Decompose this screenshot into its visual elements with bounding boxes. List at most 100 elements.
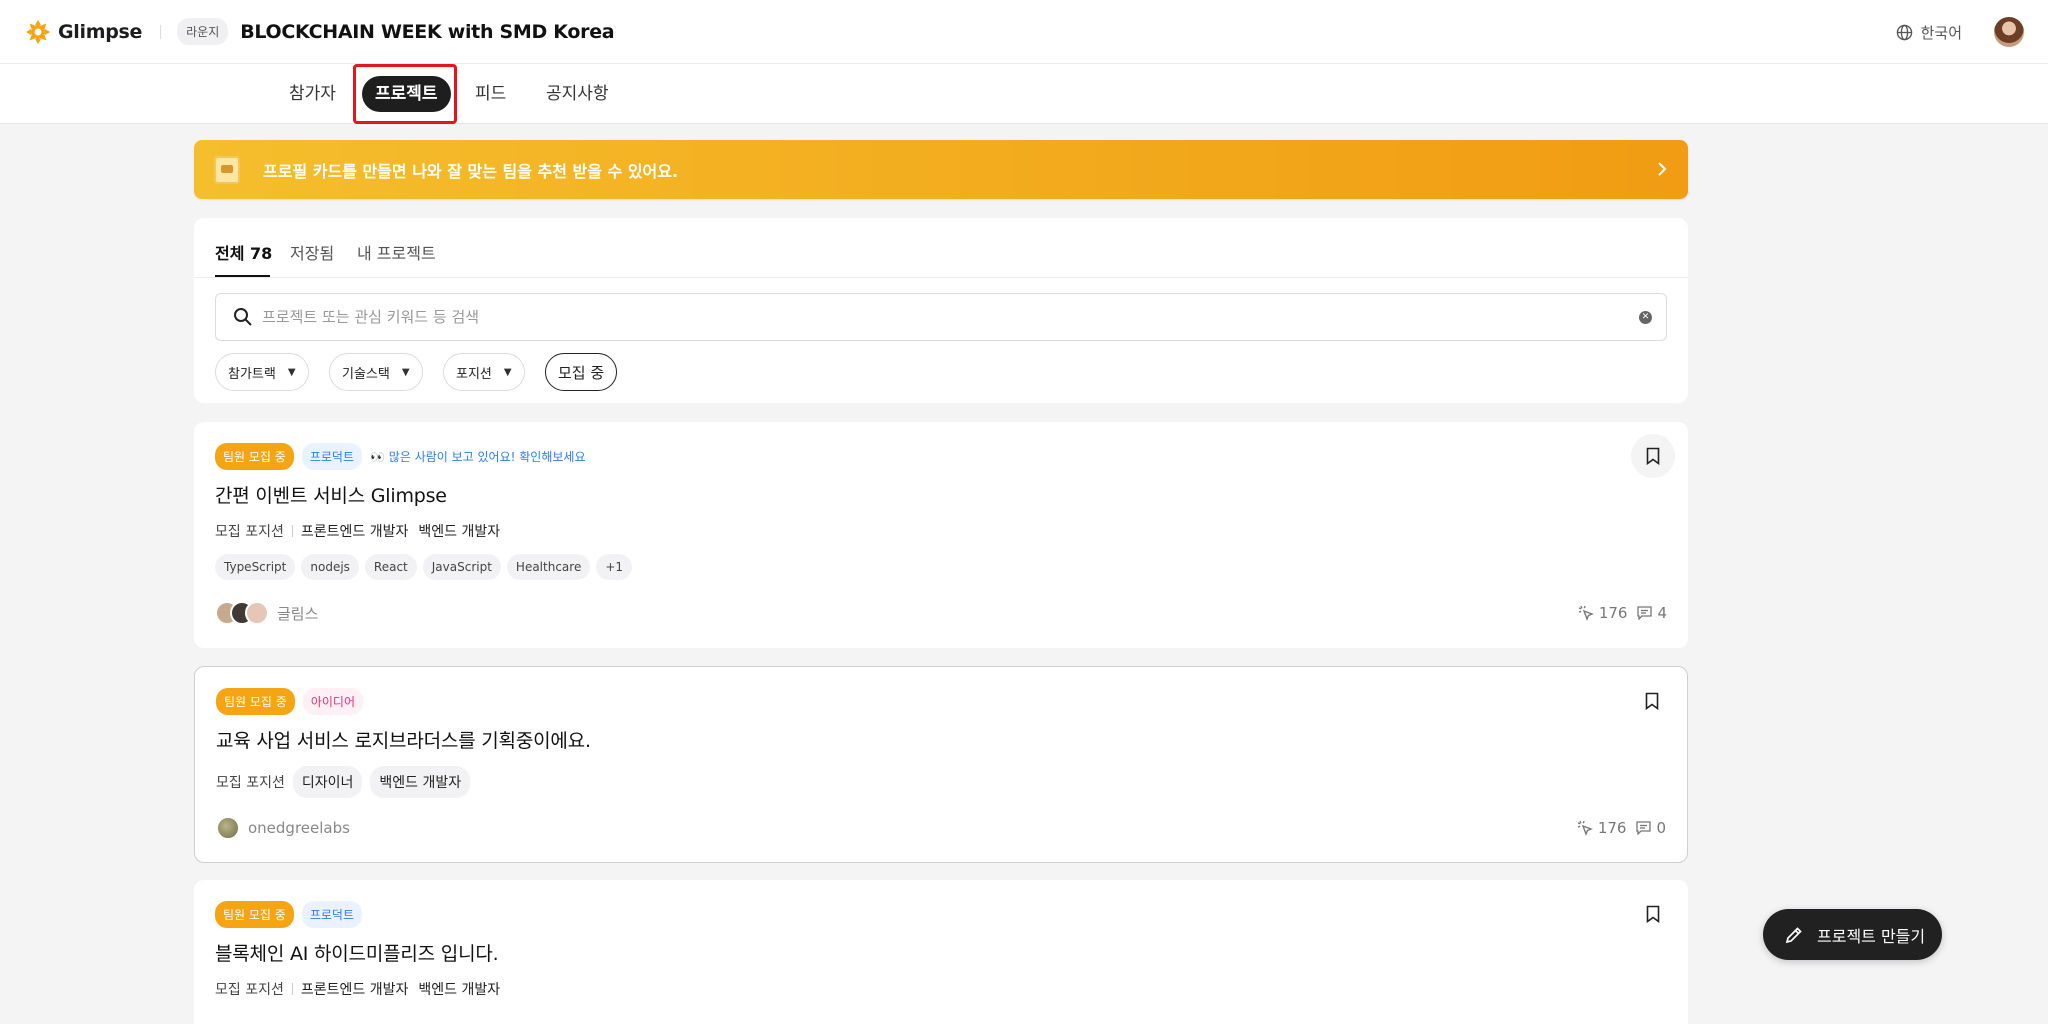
event-title: BLOCKCHAIN WEEK with SMD Korea [240, 20, 615, 43]
project-stats: 176 0 [1577, 819, 1666, 837]
position-item: 디자이너 [292, 766, 363, 798]
eyes-icon: 👀 [370, 450, 385, 464]
bookmark-icon [1646, 447, 1660, 465]
position-item: 프론트엔드 개발자 [300, 982, 409, 998]
tech-tag: Healthcare [506, 554, 591, 580]
tech-tag: JavaScript [422, 554, 501, 580]
filter-card: 전체 78 저장됨 내 프로젝트 ✕ 참가트랙 ▼ 기술스택 ▼ 포지션 ▼ 모… [194, 218, 1688, 403]
project-stats: 176 4 [1578, 604, 1667, 622]
comment-icon [1637, 606, 1653, 620]
banner-text: 프로필 카드를 만들면 나와 잘 맞는 팀을 추천 받을 수 있어요. [263, 161, 679, 181]
chevron-down-icon: ▼ [401, 366, 410, 378]
lounge-badge: 라운지 [177, 18, 229, 45]
filter-track-label: 참가트랙 [228, 366, 276, 382]
filter-tech-stack[interactable]: 기술스택 ▼ [329, 353, 423, 391]
subtab-my-projects[interactable]: 내 프로젝트 [357, 240, 436, 264]
subtab-divider [194, 277, 1688, 278]
avatar [245, 601, 269, 625]
highlight-box [353, 64, 457, 124]
comment-count: 0 [1656, 819, 1666, 837]
tech-tag: nodejs [301, 554, 359, 580]
position-item: 백엔드 개발자 [370, 766, 471, 798]
tech-tag: React [364, 554, 417, 580]
header-divider [160, 24, 162, 39]
clear-search-icon[interactable]: ✕ [1639, 311, 1652, 324]
logo-text: Glimpse [58, 20, 143, 43]
language-label: 한국어 [1920, 23, 1962, 42]
view-count: 176 [1598, 604, 1628, 622]
profile-card-icon [214, 155, 240, 184]
position-item: 백엔드 개발자 [418, 982, 501, 998]
project-card[interactable]: 팀원 모집 중 프로덕트 블록체인 AI 하이드미플리즈 입니다. 모집 포지션… [194, 880, 1688, 1024]
project-title: 간편 이벤트 서비스 Glimpse [215, 485, 447, 507]
glimpse-logo-icon [26, 19, 50, 44]
filter-position[interactable]: 포지션 ▼ [443, 353, 525, 391]
bookmark-icon [1646, 905, 1660, 923]
top-header: Glimpse 라운지 BLOCKCHAIN WEEK with SMD Kor… [0, 0, 2048, 64]
tab-participants[interactable]: 참가자 [276, 76, 349, 112]
position-item: 백엔드 개발자 [418, 524, 501, 540]
nav-tabs: 참가자 프로젝트 피드 공지사항 [0, 64, 2048, 124]
positions-label: 모집 포지션 [215, 982, 284, 998]
tab-feed[interactable]: 피드 [462, 76, 519, 112]
positions-label: 모집 포지션 [215, 524, 284, 540]
pencil-icon [1785, 926, 1802, 943]
hot-note-text: 많은 사람이 보고 있어요! 확인해보세요 [388, 450, 586, 464]
user-avatar[interactable] [1994, 17, 2024, 47]
positions-label: 모집 포지션 [216, 775, 285, 791]
category-badge: 프로덕트 [301, 443, 363, 470]
positions-row: 모집 포지션 프론트엔드 개발자 백엔드 개발자 [215, 521, 510, 541]
search-icon [234, 308, 252, 326]
globe-icon [1896, 24, 1912, 40]
project-card[interactable]: 팀원 모집 중 프로덕트 👀 많은 사람이 보고 있어요! 확인해보세요 간편 … [194, 422, 1688, 648]
status-badge: 팀원 모집 중 [215, 901, 294, 928]
category-badge: 프로덕트 [301, 901, 363, 928]
positions-divider [291, 983, 293, 995]
author: 글림스 [215, 601, 318, 625]
filter-tech-stack-label: 기술스택 [342, 366, 390, 382]
create-project-label: 프로젝트 만들기 [1817, 926, 1926, 946]
position-item: 프론트엔드 개발자 [300, 524, 409, 540]
avatar [216, 816, 240, 840]
subtab-all[interactable]: 전체 78 [215, 240, 272, 264]
view-cursor-icon [1577, 820, 1593, 836]
positions-row: 모집 포지션 프론트엔드 개발자 백엔드 개발자 [215, 979, 510, 999]
chevron-down-icon: ▼ [287, 366, 296, 378]
hot-note: 👀 많은 사람이 보고 있어요! 확인해보세요 [370, 448, 586, 465]
status-badge: 팀원 모집 중 [216, 688, 295, 715]
subtab-saved[interactable]: 저장됨 [290, 240, 334, 264]
tech-tag: TypeScript [215, 554, 296, 580]
search-box: ✕ [215, 293, 1667, 341]
language-selector[interactable]: 한국어 [1896, 22, 1962, 43]
create-project-button[interactable]: 프로젝트 만들기 [1763, 909, 1942, 960]
chevron-down-icon: ▼ [503, 366, 512, 378]
tech-tags: TypeScript nodejs React JavaScript Healt… [215, 554, 633, 580]
positions-row: 모집 포지션 디자이너 백엔드 개발자 [216, 766, 471, 798]
status-badge: 팀원 모집 중 [215, 443, 294, 470]
tech-tag-more: +1 [596, 554, 633, 580]
profile-banner[interactable]: 프로필 카드를 만들면 나와 잘 맞는 팀을 추천 받을 수 있어요. [194, 140, 1688, 199]
logo[interactable]: Glimpse [26, 19, 143, 44]
bookmark-icon [1645, 692, 1659, 710]
filter-track[interactable]: 참가트랙 ▼ [215, 353, 309, 391]
author: onedgreelabs [216, 816, 350, 840]
project-card[interactable]: 팀원 모집 중 아이디어 교육 사업 서비스 로지브라더스를 기획중이에요. 모… [194, 666, 1688, 863]
positions-divider [291, 525, 293, 537]
search-input[interactable] [262, 308, 1602, 326]
bookmark-button[interactable] [1631, 892, 1675, 936]
filter-recruiting-toggle[interactable]: 모집 중 [545, 353, 618, 391]
chevron-right-icon [1658, 162, 1667, 176]
project-title: 교육 사업 서비스 로지브라더스를 기획중이에요. [216, 730, 591, 752]
comment-count: 4 [1657, 604, 1667, 622]
category-badge: 아이디어 [302, 688, 364, 715]
comment-icon [1636, 821, 1652, 835]
bookmark-button[interactable] [1630, 679, 1674, 723]
view-count: 176 [1597, 819, 1627, 837]
project-title: 블록체인 AI 하이드미플리즈 입니다. [215, 943, 499, 965]
filter-position-label: 포지션 [456, 366, 492, 382]
author-name: 글림스 [277, 604, 319, 623]
tab-notices[interactable]: 공지사항 [533, 76, 622, 112]
bookmark-button[interactable] [1631, 434, 1675, 478]
author-name: onedgreelabs [248, 819, 350, 837]
view-cursor-icon [1578, 605, 1594, 621]
